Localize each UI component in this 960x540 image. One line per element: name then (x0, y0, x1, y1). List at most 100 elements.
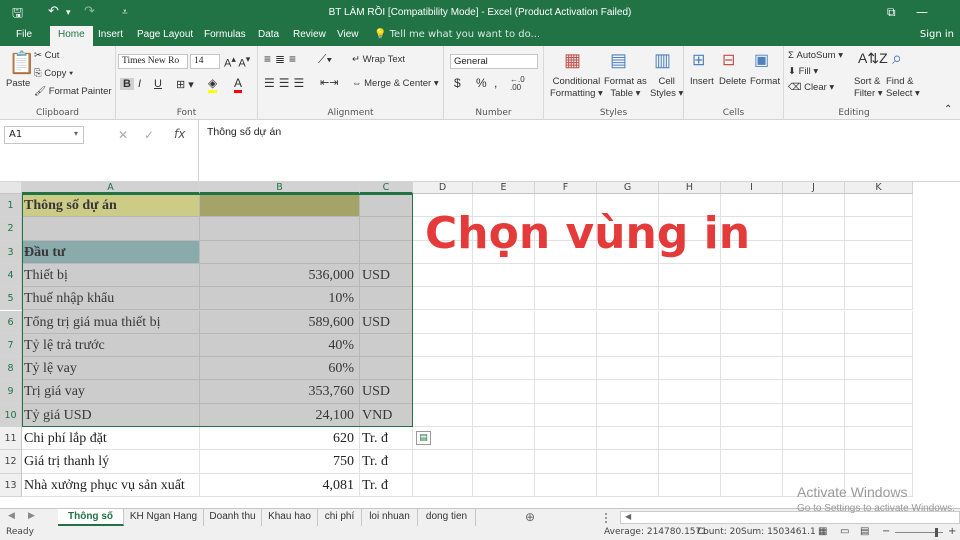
row-header-3[interactable]: 3 (0, 240, 22, 264)
cell-g12[interactable] (597, 450, 659, 474)
cell-j12[interactable] (783, 450, 845, 474)
cell-d13[interactable] (413, 473, 473, 497)
fill-button[interactable]: ⬇ Fill ▾ (788, 66, 818, 77)
cell-k11[interactable] (845, 427, 913, 451)
row-header-4[interactable]: 4 (0, 263, 22, 288)
sign-in-link[interactable]: Sign in (920, 29, 954, 40)
column-header-g[interactable]: G (597, 182, 659, 194)
sheet-tab-7[interactable]: dong tien (418, 509, 476, 526)
cell-d9[interactable] (413, 380, 473, 404)
cell-h10[interactable] (659, 403, 721, 427)
tab-review[interactable]: Review (293, 29, 326, 40)
cell-c8[interactable] (360, 357, 413, 381)
row-header-12[interactable]: 12 (0, 450, 22, 474)
cell-f8[interactable] (535, 357, 597, 381)
name-box[interactable]: A1 (4, 126, 84, 144)
cell-k1[interactable] (845, 194, 913, 218)
sheet-tab-4[interactable]: Khau hao (262, 509, 318, 526)
row-header-1[interactable]: 1 (0, 194, 22, 218)
cell-b8[interactable]: 60% (200, 357, 360, 381)
cell-i8[interactable] (721, 357, 783, 381)
cell-i13[interactable] (721, 473, 783, 497)
cell-h9[interactable] (659, 380, 721, 404)
cell-k4[interactable] (845, 263, 913, 288)
cell-g4[interactable] (597, 263, 659, 288)
cell-d12[interactable] (413, 450, 473, 474)
cell-c9[interactable]: USD (360, 380, 413, 404)
paste-button[interactable]: Paste (6, 78, 30, 89)
merge-center-button[interactable]: ⇔ Merge & Center ▾ (352, 78, 439, 89)
tab-insert[interactable]: Insert (98, 29, 123, 40)
prev-sheet-icon[interactable]: ◀ (8, 511, 15, 521)
cell-i10[interactable] (721, 403, 783, 427)
cell-k9[interactable] (845, 380, 913, 404)
cell-h13[interactable] (659, 473, 721, 497)
cell-d6[interactable] (413, 310, 473, 334)
font-name-select[interactable]: Times New Ro (118, 54, 188, 69)
cell-b9[interactable]: 353,760 (200, 380, 360, 404)
zoom-slider-thumb[interactable] (935, 528, 938, 537)
tab-splitter[interactable] (605, 513, 613, 523)
cell-c3[interactable] (360, 240, 413, 264)
normal-view-icon[interactable]: ▦ (818, 526, 827, 537)
sheet-tab-3[interactable]: Doanh thu (204, 509, 262, 526)
cell-a11[interactable]: Chi phí lắp đặt (22, 427, 200, 451)
cell-j8[interactable] (783, 357, 845, 381)
format-as-table-button[interactable]: Format as Table ▾ (604, 76, 647, 100)
minimize-icon[interactable]: — (916, 5, 928, 19)
tab-page-layout[interactable]: Page Layout (137, 29, 193, 40)
autosum-button[interactable]: Σ AutoSum ▾ (788, 50, 843, 61)
tab-view[interactable]: View (337, 29, 359, 40)
cell-j2[interactable] (783, 217, 845, 241)
delete-button[interactable]: Delete (719, 76, 746, 87)
row-header-9[interactable]: 9 (0, 380, 22, 404)
insert-function-icon[interactable]: fx (174, 127, 185, 141)
cell-e12[interactable] (473, 450, 535, 474)
cell-i9[interactable] (721, 380, 783, 404)
cell-e13[interactable] (473, 473, 535, 497)
cell-j9[interactable] (783, 380, 845, 404)
column-header-h[interactable]: H (659, 182, 721, 194)
cell-f6[interactable] (535, 310, 597, 334)
cell-j10[interactable] (783, 403, 845, 427)
collapse-ribbon-icon[interactable]: ⌃ (944, 104, 952, 115)
cell-h12[interactable] (659, 450, 721, 474)
cell-a8[interactable]: Tỷ lệ vay (22, 357, 200, 381)
quick-analysis-icon[interactable]: ▤ (416, 431, 431, 445)
cell-g13[interactable] (597, 473, 659, 497)
cell-f10[interactable] (535, 403, 597, 427)
cell-a4[interactable]: Thiết bị (22, 263, 200, 288)
cell-c5[interactable] (360, 287, 413, 311)
underline-button[interactable]: U (154, 78, 162, 90)
bold-button[interactable]: B (120, 78, 134, 90)
currency-button[interactable]: $ (454, 76, 461, 90)
cell-a9[interactable]: Trị giá vay (22, 380, 200, 404)
number-format-select[interactable]: General (450, 54, 538, 69)
find-select-button[interactable]: Find & Select ▾ (886, 76, 920, 100)
cell-j4[interactable] (783, 263, 845, 288)
cell-g11[interactable] (597, 427, 659, 451)
borders-icon[interactable]: ⊞ ▾ (176, 78, 194, 91)
row-header-5[interactable]: 5 (0, 287, 22, 311)
cell-a10[interactable]: Tỷ giá USD (22, 403, 200, 427)
cell-a13[interactable]: Nhà xưởng phục vụ sản xuất (22, 473, 200, 497)
column-header-e[interactable]: E (473, 182, 535, 194)
row-header-2[interactable]: 2 (0, 217, 22, 241)
cell-a1[interactable]: Thông số dự án (22, 194, 200, 218)
new-sheet-icon[interactable]: ⊕ (525, 510, 535, 524)
cell-j3[interactable] (783, 240, 845, 264)
cell-c12[interactable]: Tr. đ (360, 450, 413, 474)
row-header-10[interactable]: 10 (0, 403, 22, 427)
cell-k7[interactable] (845, 333, 913, 358)
zoom-in-icon[interactable]: + (948, 526, 956, 537)
cell-j5[interactable] (783, 287, 845, 311)
cell-j6[interactable] (783, 310, 845, 334)
cell-e8[interactable] (473, 357, 535, 381)
cell-g6[interactable] (597, 310, 659, 334)
conditional-formatting-button[interactable]: Conditional Formatting ▾ (550, 76, 603, 100)
tab-data[interactable]: Data (258, 29, 279, 40)
cell-k10[interactable] (845, 403, 913, 427)
cell-k5[interactable] (845, 287, 913, 311)
cell-h5[interactable] (659, 287, 721, 311)
cell-a2[interactable] (22, 217, 200, 241)
